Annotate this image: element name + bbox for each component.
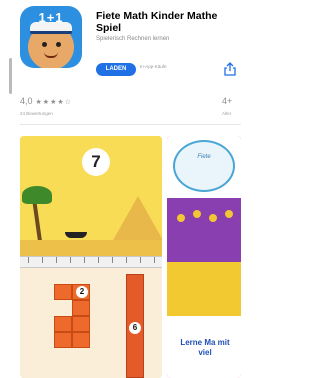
left-eye: [42, 42, 47, 47]
right-eye: [56, 42, 61, 47]
rating-count: 24 Bewertungen: [20, 111, 53, 116]
divider: [20, 124, 241, 125]
palm-leaves: [22, 186, 52, 204]
share-icon[interactable]: [224, 62, 236, 76]
screenshot-2[interactable]: Fiete Lerne Ma mit viel: [167, 136, 241, 378]
in-app-purchases-note: In-App-Käufe: [140, 64, 167, 69]
sailor-hat: [30, 22, 72, 34]
app-icon[interactable]: 1+1: [20, 6, 82, 68]
shot2-mid-panel: [167, 198, 241, 262]
age-rating: 4+: [222, 96, 233, 106]
badge-text: Fiete: [197, 154, 211, 160]
promo-text: Lerne Ma mit viel: [180, 338, 230, 357]
coin-icon: [209, 214, 217, 222]
pyramid-illustration: [112, 196, 162, 242]
coin-icon: [225, 210, 233, 218]
scroll-indicator[interactable]: [9, 58, 12, 94]
rating-stars: ★★★★☆: [35, 99, 72, 106]
number-ruler: [20, 256, 162, 268]
boat-illustration: [65, 232, 87, 238]
fiete-badge: Fiete: [173, 140, 235, 192]
count-badge-b: 6: [129, 322, 141, 334]
rating-score: 4,0: [20, 96, 33, 106]
app-title: Fiete Math Kinder Mathe Spiel: [96, 10, 218, 34]
get-button[interactable]: LADEN: [96, 63, 136, 76]
app-subtitle: Spielerisch Rechnen lernen: [96, 36, 170, 42]
coin-icon: [193, 210, 201, 218]
coin-icon: [177, 214, 185, 222]
number-card: 7: [82, 148, 110, 176]
shot2-top-panel: Fiete: [167, 136, 241, 198]
count-badge-a: 2: [76, 286, 88, 298]
age-rating-label: Alter: [222, 111, 232, 116]
shot2-lower-panel: [167, 262, 241, 316]
sand-ground: [20, 240, 162, 256]
rating-summary: 4,0 ★★★★☆: [20, 96, 72, 106]
screenshot-1[interactable]: 7 2 6: [20, 136, 162, 378]
shot2-bottom-panel: Lerne Ma mit viel: [167, 316, 241, 378]
